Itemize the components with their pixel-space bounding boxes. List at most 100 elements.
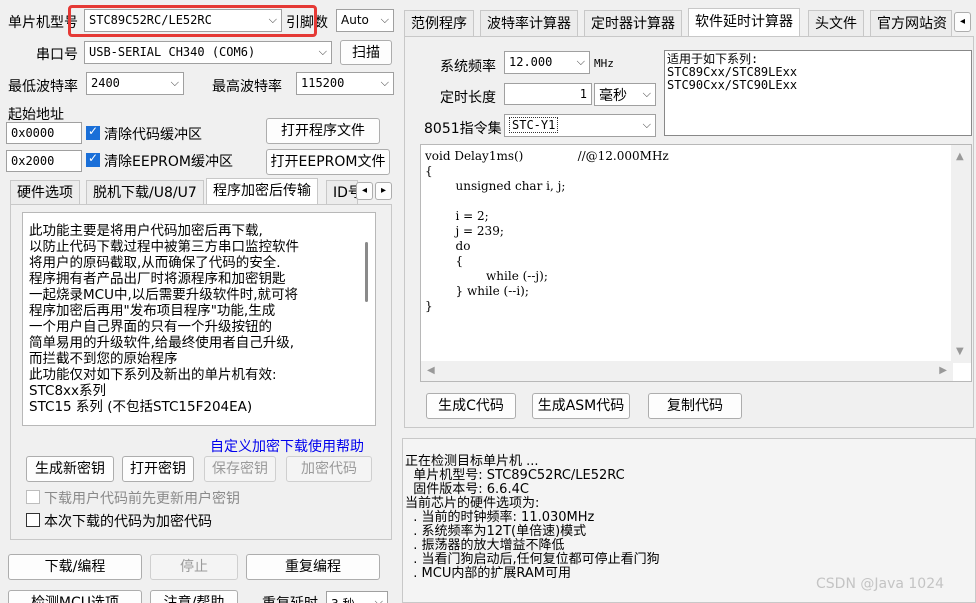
encryption-info-text: 此功能主要是将用户代码加密后再下载, 以防止代码下载过程中被第三方串口监控软件 将用… bbox=[22, 212, 376, 426]
info-line: 一个用户自己界面的只有一个升级按钮的 bbox=[29, 319, 272, 335]
code-line: { bbox=[425, 254, 464, 268]
chevron-down-icon: ⌵ bbox=[642, 118, 651, 131]
update-key-label: 下载用户代码前先更新用户密钥 bbox=[44, 491, 240, 507]
code-line: do bbox=[425, 239, 471, 253]
scroll-down-icon[interactable]: ▼ bbox=[956, 346, 964, 357]
encrypted-code-checkbox[interactable] bbox=[26, 513, 40, 527]
log-line: 当前芯片的硬件选项为: bbox=[405, 496, 540, 511]
download-program-button[interactable]: 下载/编程 bbox=[8, 554, 142, 580]
tab-encrypted-transfer[interactable]: 程序加密后传输 bbox=[206, 178, 318, 205]
log-line: 单片机型号: STC89C52RC/LE52RC bbox=[405, 468, 625, 483]
min-baud-select[interactable]: 2400 ⌵ bbox=[86, 72, 184, 95]
encrypt-code-button[interactable]: 加密代码 bbox=[286, 456, 372, 482]
open-key-button[interactable]: 打开密钥 bbox=[122, 456, 194, 482]
log-line: . 系统频率为12T(单倍速)模式 bbox=[405, 524, 587, 539]
tab-timer-calculator[interactable]: 定时器计算器 bbox=[584, 10, 682, 36]
chevron-down-icon: ⌵ bbox=[318, 45, 327, 58]
delay-length-label: 定时长度 bbox=[440, 90, 496, 106]
repeat-program-button[interactable]: 重复编程 bbox=[246, 554, 380, 580]
highlight-box bbox=[68, 5, 317, 37]
min-baud-label: 最低波特率 bbox=[8, 79, 78, 95]
generate-key-button[interactable]: 生成新密钥 bbox=[26, 456, 114, 482]
instruction-set-select[interactable]: STC-Y1 ⌵ bbox=[504, 114, 656, 137]
info-line: STC15 系列 (不包括STC15F204EA) bbox=[29, 399, 253, 415]
clear-eeprom-label: 清除EEPROM缓冲区 bbox=[104, 154, 233, 170]
start-address-label: 起始地址 bbox=[8, 107, 64, 123]
clear-code-label: 清除代码缓冲区 bbox=[104, 127, 202, 143]
scrollbar-thumb[interactable] bbox=[365, 242, 368, 302]
chevron-down-icon: ⌵ bbox=[374, 595, 383, 603]
tab-id[interactable]: ID号 bbox=[326, 180, 358, 204]
tab-header-files[interactable]: 头文件 bbox=[808, 10, 864, 36]
tab-offline-download[interactable]: 脱机下载/U8/U7 bbox=[86, 180, 204, 204]
generate-asm-code-button[interactable]: 生成ASM代码 bbox=[532, 393, 630, 419]
tab-scroll-left-button[interactable]: ◂ bbox=[954, 12, 971, 32]
tab-examples[interactable]: 范例程序 bbox=[404, 10, 474, 36]
clear-code-checkbox[interactable] bbox=[86, 124, 100, 140]
code-line: void Delay1ms() //@12.000MHz bbox=[425, 149, 669, 163]
info-line: 而拦截不到您的原始程序 bbox=[29, 351, 178, 367]
port-select[interactable]: USB-SERIAL CH340 (COM6) ⌵ bbox=[84, 41, 332, 64]
log-line: . 振荡器的放大增益不降低 bbox=[405, 538, 565, 553]
eeprom-address-input[interactable]: 0x2000 bbox=[6, 150, 82, 172]
chevron-down-icon: ⌵ bbox=[380, 76, 389, 89]
info-line: 程序加密后再用"发布项目程序"功能,生成 bbox=[29, 303, 276, 319]
info-scrollbar[interactable] bbox=[360, 214, 374, 424]
clear-eeprom-checkbox[interactable] bbox=[86, 151, 100, 167]
stop-button[interactable]: 停止 bbox=[150, 554, 238, 580]
info-line: 此功能主要是将用户代码加密后再下载, bbox=[29, 223, 263, 239]
watermark: CSDN @Java 1024 bbox=[816, 576, 945, 592]
code-line: i = 2; bbox=[425, 209, 489, 223]
port-label: 串口号 bbox=[36, 47, 78, 63]
info-line: 此功能仅对如下系列及新出的单片机有效: bbox=[29, 367, 277, 383]
start-address-input[interactable]: 0x0000 bbox=[6, 122, 82, 144]
delay-unit-select[interactable]: 毫秒 ⌵ bbox=[594, 83, 656, 106]
code-line: unsigned char i, j; bbox=[425, 179, 566, 193]
encrypted-code-label: 本次下载的代码为加密代码 bbox=[44, 514, 212, 530]
detect-mcu-options-button[interactable]: 检测MCU选项 bbox=[8, 590, 142, 603]
open-program-file-button[interactable]: 打开程序文件 bbox=[266, 118, 380, 144]
scroll-up-icon[interactable]: ▲ bbox=[956, 151, 964, 162]
generated-code-view[interactable]: void Delay1ms() //@12.000MHz{ unsigned c… bbox=[420, 144, 972, 382]
instruction-set-label: 8051指令集 bbox=[424, 121, 502, 137]
tab-hardware-options[interactable]: 硬件选项 bbox=[10, 180, 80, 204]
log-line: 固件版本号: 6.6.4C bbox=[405, 482, 529, 497]
chevron-down-icon: ⌵ bbox=[642, 87, 651, 100]
info-line: STC8xx系列 bbox=[29, 383, 107, 399]
system-frequency-select[interactable]: 12.000 ⌵ bbox=[504, 51, 590, 74]
tab-scroll-left-button[interactable]: ◂ bbox=[356, 182, 373, 200]
scan-button[interactable]: 扫描 bbox=[340, 40, 392, 65]
custom-encrypt-help-link[interactable]: 自定义加密下载使用帮助 bbox=[210, 436, 364, 456]
code-vertical-scrollbar[interactable]: ▲ ▼ bbox=[951, 145, 971, 363]
pins-select[interactable]: Auto ⌵ bbox=[336, 9, 394, 32]
code-line: while (--j); bbox=[425, 269, 548, 283]
max-baud-select[interactable]: 115200 ⌵ bbox=[296, 72, 394, 95]
tab-scroll-right-button[interactable]: ▸ bbox=[375, 182, 392, 200]
copy-code-button[interactable]: 复制代码 bbox=[648, 393, 742, 419]
chevron-down-icon: ⌵ bbox=[380, 13, 389, 26]
scroll-right-icon[interactable]: ▶ bbox=[939, 365, 947, 376]
save-key-button[interactable]: 保存密钥 bbox=[204, 456, 276, 482]
delay-length-input[interactable]: 1 bbox=[504, 83, 592, 105]
info-line: 以防止代码下载过程中被第三方串口监控软件 bbox=[29, 239, 299, 255]
scroll-left-icon[interactable]: ◀ bbox=[427, 365, 435, 376]
tab-baud-calculator[interactable]: 波特率计算器 bbox=[480, 10, 578, 36]
update-key-checkbox[interactable] bbox=[26, 490, 40, 504]
code-line: { bbox=[425, 164, 433, 178]
repeat-delay-select[interactable]: 3 秒⌵ bbox=[326, 591, 388, 603]
code-horizontal-scrollbar[interactable]: ◀ ▶ bbox=[421, 361, 953, 381]
open-eeprom-file-button[interactable]: 打开EEPROM文件 bbox=[266, 149, 390, 175]
series-info-box: 适用于如下系列: STC89Cxx/STC89LExx STC90Cxx/STC90… bbox=[664, 50, 972, 136]
tab-official-site[interactable]: 官方网站资 bbox=[870, 10, 952, 36]
generate-c-code-button[interactable]: 生成C代码 bbox=[426, 393, 516, 419]
repeat-delay-label: 重复延时 bbox=[262, 593, 318, 603]
series-lines: 适用于如下系列: STC89Cxx/STC89LExx STC90Cxx/STC90… bbox=[667, 53, 969, 92]
notes-help-button[interactable]: 注意/帮助 bbox=[150, 590, 238, 603]
series-line: STC90Cxx/STC90LExx bbox=[667, 78, 798, 92]
log-line: . 当看门狗启动后,任何复位都可停止看门狗 bbox=[405, 552, 660, 567]
info-line: 将用户的原码截取,从而确保了代码的安全. bbox=[29, 255, 281, 271]
info-line: 程序拥有者产品出厂时将源程序和加密钥匙 bbox=[29, 271, 286, 287]
log-lines: 正在检测目标单片机 ... 单片机型号: STC89C52RC/LE52RC 固… bbox=[405, 455, 973, 581]
tab-delay-calculator[interactable]: 软件延时计算器 bbox=[688, 8, 800, 37]
